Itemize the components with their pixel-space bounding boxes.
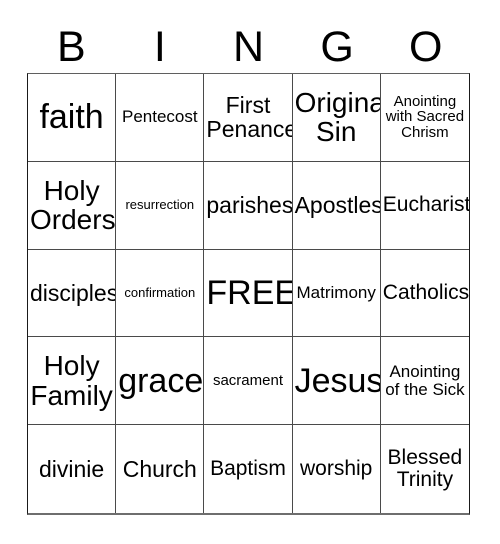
bingo-grid: faithPentecostFirst PenanceOriginal SinA…	[27, 73, 470, 515]
bingo-header-letter-g: G	[320, 23, 354, 71]
bingo-cell-label: faith	[39, 98, 104, 137]
bingo-cell[interactable]: worship	[292, 425, 381, 513]
bingo-header-letter-i: I	[153, 23, 166, 71]
bingo-cell-label: confirmation	[124, 285, 196, 301]
bingo-cell[interactable]: Pentecost	[116, 74, 205, 162]
bingo-cell-label: Holy Family	[30, 350, 113, 411]
bingo-cell-label: Apostles	[294, 192, 381, 218]
bingo-cell-label: grace	[118, 361, 204, 400]
bingo-cell[interactable]: parishes	[204, 161, 293, 250]
bingo-cell-label: Baptism	[210, 456, 286, 480]
bingo-header-letter-b: B	[56, 23, 86, 71]
bingo-cell-label: Anointing of the Sick	[385, 361, 465, 399]
bingo-cell-label: FREE!	[206, 273, 291, 312]
bingo-cell[interactable]: confirmation	[116, 249, 205, 338]
bingo-cell[interactable]: Eucharist	[380, 161, 469, 250]
bingo-cell[interactable]: Apostles	[292, 161, 381, 250]
bingo-cell[interactable]: Blessed Trinity	[380, 425, 469, 513]
bingo-cell-label: Jesus	[294, 361, 381, 400]
bingo-cell-label: parishes	[206, 192, 293, 218]
bingo-header-letter-n: N	[232, 23, 265, 71]
bingo-cell[interactable]: sacrament	[204, 337, 293, 426]
bingo-cell[interactable]: Baptism	[204, 425, 293, 513]
bingo-cell-label: Church	[122, 455, 197, 482]
bingo-cell-label: Pentecost	[121, 107, 198, 127]
bingo-cell[interactable]: Catholics	[380, 249, 469, 338]
bingo-cell-label: worship	[300, 456, 373, 480]
bingo-cell[interactable]: faith	[28, 74, 117, 162]
bingo-cell[interactable]: Church	[116, 425, 205, 513]
bingo-cell[interactable]: disciples	[28, 249, 117, 338]
bingo-cell-label: Catholics	[382, 280, 469, 304]
bingo-cell-label: Original Sin	[294, 86, 380, 148]
bingo-cell-label: resurrection	[125, 197, 195, 213]
bingo-cell[interactable]: Anointing of the Sick	[380, 337, 469, 426]
bingo-cell[interactable]: Holy Orders	[28, 161, 117, 250]
bingo-cell-label: Blessed Trinity	[387, 445, 463, 492]
bingo-cell-label: Anointing with Sacred Chrism	[385, 92, 465, 142]
bingo-cell[interactable]: divinie	[28, 425, 117, 513]
bingo-cell-label: Matrimony	[296, 282, 376, 302]
bingo-cell-label: Holy Orders	[30, 174, 116, 236]
bingo-cell[interactable]: First Penance	[204, 74, 293, 162]
bingo-cell[interactable]: Matrimony	[292, 249, 381, 338]
bingo-cell[interactable]: grace	[116, 337, 205, 426]
bingo-cell[interactable]: FREE!	[204, 249, 293, 338]
bingo-cell-label: disciples	[30, 279, 117, 306]
bingo-card: B I N G O faith Pentecost First Penance Ori…	[0, 0, 500, 544]
bingo-cell[interactable]: Jesus	[292, 337, 381, 426]
bingo-cell[interactable]: Anointing with Sacred Chrism	[380, 74, 469, 162]
bingo-cell[interactable]: Original Sin	[292, 74, 381, 162]
bingo-header-letter-o: O	[408, 23, 443, 71]
bingo-cell-label: sacrament	[212, 371, 283, 389]
bingo-cell-label: divinie	[38, 455, 105, 482]
bingo-cell[interactable]: Holy Family	[28, 337, 117, 426]
bingo-header: B I N G O	[27, 22, 470, 72]
bingo-cell[interactable]: resurrection	[116, 161, 205, 250]
bingo-cell-label: First Penance	[206, 92, 293, 143]
bingo-cell-label: Eucharist	[382, 193, 469, 217]
